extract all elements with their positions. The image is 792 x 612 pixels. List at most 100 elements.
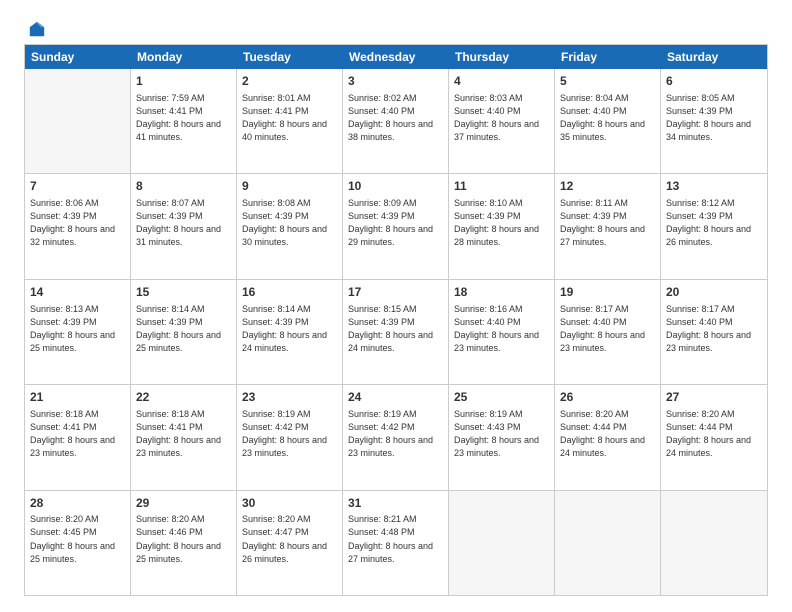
day-number: 14 bbox=[30, 284, 125, 301]
calendar-cell: 19 Sunrise: 8:17 AM Sunset: 4:40 PM Dayli… bbox=[555, 280, 661, 384]
header bbox=[24, 20, 768, 34]
day-info: Sunrise: 8:14 AM Sunset: 4:39 PM Dayligh… bbox=[242, 303, 337, 355]
day-number: 29 bbox=[136, 495, 231, 512]
calendar-cell: 4 Sunrise: 8:03 AM Sunset: 4:40 PM Daylig… bbox=[449, 69, 555, 173]
calendar-cell: 5 Sunrise: 8:04 AM Sunset: 4:40 PM Daylig… bbox=[555, 69, 661, 173]
day-number: 5 bbox=[560, 73, 655, 90]
day-number: 2 bbox=[242, 73, 337, 90]
calendar-cell: 27 Sunrise: 8:20 AM Sunset: 4:44 PM Dayli… bbox=[661, 385, 767, 489]
day-info: Sunrise: 8:01 AM Sunset: 4:41 PM Dayligh… bbox=[242, 92, 337, 144]
calendar-cell: 1 Sunrise: 7:59 AM Sunset: 4:41 PM Daylig… bbox=[131, 69, 237, 173]
day-number: 17 bbox=[348, 284, 443, 301]
calendar-cell: 20 Sunrise: 8:17 AM Sunset: 4:40 PM Dayli… bbox=[661, 280, 767, 384]
calendar-cell: 21Sunrise: 8:18 AM Sunset: 4:41 PM Dayli… bbox=[25, 385, 131, 489]
calendar-cell: 12 Sunrise: 8:11 AM Sunset: 4:39 PM Dayli… bbox=[555, 174, 661, 278]
day-number: 4 bbox=[454, 73, 549, 90]
day-info: Sunrise: 8:20 AM Sunset: 4:46 PM Dayligh… bbox=[136, 513, 231, 565]
day-info: Sunrise: 8:05 AM Sunset: 4:39 PM Dayligh… bbox=[666, 92, 762, 144]
day-info: Sunrise: 8:19 AM Sunset: 4:42 PM Dayligh… bbox=[242, 408, 337, 460]
page: SundayMondayTuesdayWednesdayThursdayFrid… bbox=[0, 0, 792, 612]
calendar-cell bbox=[661, 491, 767, 595]
day-number: 25 bbox=[454, 389, 549, 406]
day-info: Sunrise: 8:19 AM Sunset: 4:43 PM Dayligh… bbox=[454, 408, 549, 460]
day-number: 3 bbox=[348, 73, 443, 90]
day-info: Sunrise: 8:15 AM Sunset: 4:39 PM Dayligh… bbox=[348, 303, 443, 355]
day-number: 7 bbox=[30, 178, 125, 195]
day-number: 11 bbox=[454, 178, 549, 195]
day-info: Sunrise: 7:59 AM Sunset: 4:41 PM Dayligh… bbox=[136, 92, 231, 144]
day-info: Sunrise: 8:19 AM Sunset: 4:42 PM Dayligh… bbox=[348, 408, 443, 460]
header-day-tuesday: Tuesday bbox=[237, 45, 343, 69]
calendar-cell: 16 Sunrise: 8:14 AM Sunset: 4:39 PM Dayli… bbox=[237, 280, 343, 384]
day-number: 1 bbox=[136, 73, 231, 90]
calendar-cell: 28Sunrise: 8:20 AM Sunset: 4:45 PM Dayli… bbox=[25, 491, 131, 595]
calendar-cell: 3 Sunrise: 8:02 AM Sunset: 4:40 PM Daylig… bbox=[343, 69, 449, 173]
calendar-cell: 13 Sunrise: 8:12 AM Sunset: 4:39 PM Dayli… bbox=[661, 174, 767, 278]
day-info: Sunrise: 8:20 AM Sunset: 4:45 PM Dayligh… bbox=[30, 513, 125, 565]
calendar-row-2: 14 Sunrise: 8:13 AM Sunset: 4:39 PM Dayli… bbox=[25, 280, 767, 385]
day-info: Sunrise: 8:17 AM Sunset: 4:40 PM Dayligh… bbox=[666, 303, 762, 355]
day-info: Sunrise: 8:18 AM Sunset: 4:41 PM Dayligh… bbox=[136, 408, 231, 460]
day-info: Sunrise: 8:13 AM Sunset: 4:39 PM Dayligh… bbox=[30, 303, 125, 355]
calendar-cell: 15 Sunrise: 8:14 AM Sunset: 4:39 PM Dayli… bbox=[131, 280, 237, 384]
calendar-row-1: 7 Sunrise: 8:06 AM Sunset: 4:39 PM Daylig… bbox=[25, 174, 767, 279]
day-number: 20 bbox=[666, 284, 762, 301]
calendar-cell: 24 Sunrise: 8:19 AM Sunset: 4:42 PM Dayli… bbox=[343, 385, 449, 489]
day-info: Sunrise: 8:07 AM Sunset: 4:39 PM Dayligh… bbox=[136, 197, 231, 249]
calendar-cell bbox=[449, 491, 555, 595]
calendar-cell: 26 Sunrise: 8:20 AM Sunset: 4:44 PM Dayli… bbox=[555, 385, 661, 489]
day-number: 8 bbox=[136, 178, 231, 195]
calendar-cell: 23Sunrise: 8:19 AM Sunset: 4:42 PM Dayli… bbox=[237, 385, 343, 489]
header-day-thursday: Thursday bbox=[449, 45, 555, 69]
day-info: Sunrise: 8:08 AM Sunset: 4:39 PM Dayligh… bbox=[242, 197, 337, 249]
day-number: 10 bbox=[348, 178, 443, 195]
day-number: 27 bbox=[666, 389, 762, 406]
day-info: Sunrise: 8:17 AM Sunset: 4:40 PM Dayligh… bbox=[560, 303, 655, 355]
day-info: Sunrise: 8:18 AM Sunset: 4:41 PM Dayligh… bbox=[30, 408, 125, 460]
calendar-cell: 9 Sunrise: 8:08 AM Sunset: 4:39 PM Daylig… bbox=[237, 174, 343, 278]
day-number: 24 bbox=[348, 389, 443, 406]
day-info: Sunrise: 8:12 AM Sunset: 4:39 PM Dayligh… bbox=[666, 197, 762, 249]
day-number: 30 bbox=[242, 495, 337, 512]
day-info: Sunrise: 8:02 AM Sunset: 4:40 PM Dayligh… bbox=[348, 92, 443, 144]
calendar-cell bbox=[555, 491, 661, 595]
day-number: 12 bbox=[560, 178, 655, 195]
calendar-cell bbox=[25, 69, 131, 173]
calendar-cell: 30Sunrise: 8:20 AM Sunset: 4:47 PM Dayli… bbox=[237, 491, 343, 595]
day-info: Sunrise: 8:20 AM Sunset: 4:44 PM Dayligh… bbox=[666, 408, 762, 460]
calendar-row-4: 28Sunrise: 8:20 AM Sunset: 4:45 PM Dayli… bbox=[25, 491, 767, 595]
day-info: Sunrise: 8:03 AM Sunset: 4:40 PM Dayligh… bbox=[454, 92, 549, 144]
calendar-cell: 7 Sunrise: 8:06 AM Sunset: 4:39 PM Daylig… bbox=[25, 174, 131, 278]
calendar-cell: 14 Sunrise: 8:13 AM Sunset: 4:39 PM Dayli… bbox=[25, 280, 131, 384]
header-day-saturday: Saturday bbox=[661, 45, 767, 69]
day-info: Sunrise: 8:20 AM Sunset: 4:47 PM Dayligh… bbox=[242, 513, 337, 565]
day-number: 16 bbox=[242, 284, 337, 301]
day-info: Sunrise: 8:20 AM Sunset: 4:44 PM Dayligh… bbox=[560, 408, 655, 460]
header-day-wednesday: Wednesday bbox=[343, 45, 449, 69]
day-info: Sunrise: 8:11 AM Sunset: 4:39 PM Dayligh… bbox=[560, 197, 655, 249]
day-info: Sunrise: 8:09 AM Sunset: 4:39 PM Dayligh… bbox=[348, 197, 443, 249]
day-number: 9 bbox=[242, 178, 337, 195]
day-number: 18 bbox=[454, 284, 549, 301]
header-day-friday: Friday bbox=[555, 45, 661, 69]
day-number: 26 bbox=[560, 389, 655, 406]
day-number: 28 bbox=[30, 495, 125, 512]
calendar-cell: 6Sunrise: 8:05 AM Sunset: 4:39 PM Daylig… bbox=[661, 69, 767, 173]
day-number: 31 bbox=[348, 495, 443, 512]
day-number: 13 bbox=[666, 178, 762, 195]
day-info: Sunrise: 8:10 AM Sunset: 4:39 PM Dayligh… bbox=[454, 197, 549, 249]
day-number: 19 bbox=[560, 284, 655, 301]
calendar-body: 1 Sunrise: 7:59 AM Sunset: 4:41 PM Daylig… bbox=[25, 69, 767, 595]
day-number: 22 bbox=[136, 389, 231, 406]
calendar-cell: 31Sunrise: 8:21 AM Sunset: 4:48 PM Dayli… bbox=[343, 491, 449, 595]
calendar-cell: 25 Sunrise: 8:19 AM Sunset: 4:43 PM Dayli… bbox=[449, 385, 555, 489]
logo bbox=[24, 20, 46, 34]
calendar-cell: 8 Sunrise: 8:07 AM Sunset: 4:39 PM Daylig… bbox=[131, 174, 237, 278]
calendar-header: SundayMondayTuesdayWednesdayThursdayFrid… bbox=[25, 45, 767, 69]
day-info: Sunrise: 8:04 AM Sunset: 4:40 PM Dayligh… bbox=[560, 92, 655, 144]
day-info: Sunrise: 8:06 AM Sunset: 4:39 PM Dayligh… bbox=[30, 197, 125, 249]
day-info: Sunrise: 8:16 AM Sunset: 4:40 PM Dayligh… bbox=[454, 303, 549, 355]
day-number: 15 bbox=[136, 284, 231, 301]
day-info: Sunrise: 8:14 AM Sunset: 4:39 PM Dayligh… bbox=[136, 303, 231, 355]
calendar-cell: 22 Sunrise: 8:18 AM Sunset: 4:41 PM Dayli… bbox=[131, 385, 237, 489]
